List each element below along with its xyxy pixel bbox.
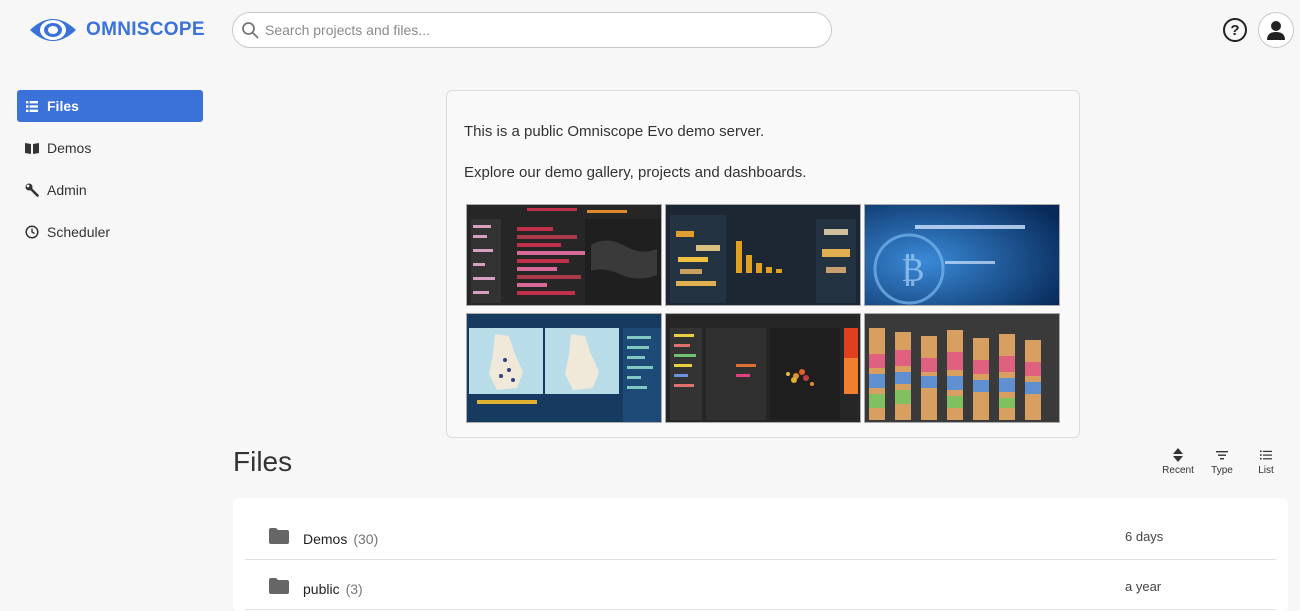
omniscope-logo[interactable]: OMNISCOPE	[28, 14, 205, 46]
demo-thumbnail-word-cloud[interactable]	[665, 204, 861, 306]
sidebar-item-label: Files	[47, 98, 79, 114]
file-list: Demos (30) 6 days public (3) a year	[233, 498, 1288, 611]
file-name: Demos (30)	[303, 531, 378, 547]
file-row-public[interactable]: public (3) a year	[245, 560, 1276, 610]
file-modified: 6 days	[1125, 529, 1164, 544]
svg-text:₿: ₿	[901, 250, 925, 290]
filter-type-button[interactable]: Type	[1202, 448, 1242, 476]
demo-thumbnail-uk-map[interactable]	[466, 313, 662, 423]
banner-intro-text: This is a public Omniscope Evo demo serv…	[464, 123, 765, 140]
list-view-label: List	[1258, 465, 1274, 476]
filter-type-label: Type	[1211, 465, 1233, 476]
clock-icon	[25, 225, 39, 239]
file-name: public (3)	[303, 581, 363, 597]
sort-recent-button[interactable]: Recent	[1158, 448, 1198, 476]
sort-icon	[1158, 448, 1198, 462]
file-count: (30)	[353, 531, 379, 547]
file-name-text: Demos	[303, 531, 348, 547]
banner-explore-text: Explore our demo gallery, projects and d…	[464, 164, 807, 181]
sidebar-item-admin[interactable]: Admin	[17, 174, 203, 206]
wrench-icon	[25, 183, 39, 197]
user-avatar-button[interactable]	[1258, 12, 1294, 48]
demo-thumbnail-bitcoin[interactable]: ₿	[864, 204, 1060, 306]
files-section-title: Files	[233, 446, 293, 477]
file-modified: a year	[1125, 579, 1162, 594]
brand-name: OMNISCOPE	[86, 19, 205, 40]
file-name-text: public	[303, 581, 340, 597]
folder-icon	[269, 578, 289, 594]
list-view-button[interactable]: List	[1246, 448, 1286, 476]
help-glyph: ?	[1230, 21, 1240, 39]
omniscope-eye-icon	[30, 19, 76, 41]
sidebar-item-label: Demos	[47, 140, 92, 156]
help-circle-icon[interactable]: ?	[1223, 18, 1247, 42]
sidebar-item-files[interactable]: Files	[17, 90, 203, 122]
list-icon	[25, 99, 39, 113]
search-bar[interactable]	[232, 12, 832, 48]
book-icon	[25, 141, 39, 155]
file-count: (3)	[345, 581, 363, 597]
user-avatar-icon	[1267, 21, 1285, 40]
demo-server-banner: This is a public Omniscope Evo demo serv…	[446, 90, 1080, 438]
sort-recent-label: Recent	[1162, 465, 1194, 476]
sidebar-nav: Files Demos Admin Scheduler	[17, 90, 203, 258]
sidebar-item-scheduler[interactable]: Scheduler	[17, 216, 203, 248]
file-row-demos[interactable]: Demos (30) 6 days	[245, 510, 1276, 560]
list-view-icon	[1246, 448, 1286, 462]
sidebar-item-label: Admin	[47, 182, 87, 198]
folder-icon	[269, 528, 289, 544]
search-icon	[242, 22, 259, 39]
sidebar-item-label: Scheduler	[47, 224, 111, 240]
sidebar-item-demos[interactable]: Demos	[17, 132, 203, 164]
demo-thumbnail-stacked-area[interactable]	[864, 313, 1060, 423]
filter-icon	[1202, 448, 1242, 462]
demo-thumbnail-dark-dashboard[interactable]	[466, 204, 662, 306]
search-input[interactable]	[265, 22, 805, 38]
demo-thumbnail-table-scatter[interactable]	[665, 313, 861, 423]
